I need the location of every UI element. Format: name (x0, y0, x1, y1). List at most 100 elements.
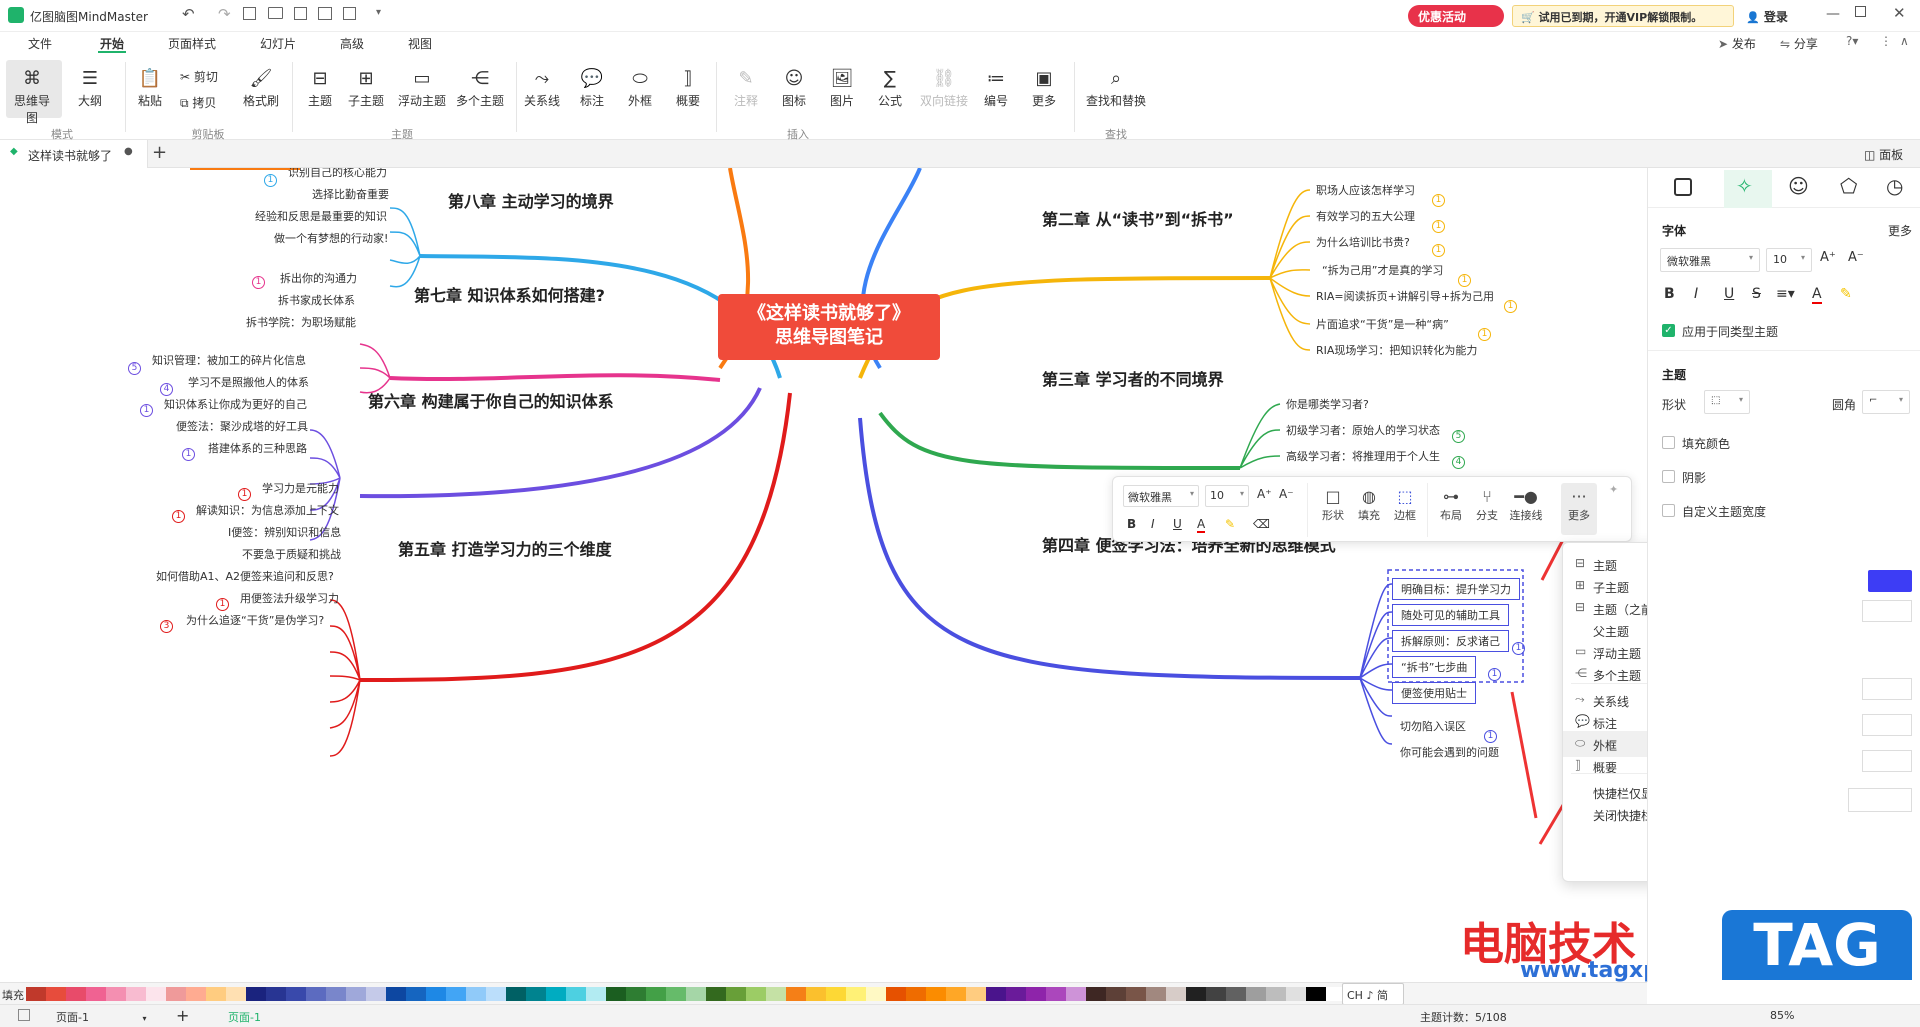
panel-size-select[interactable]: 10 ▾ (1766, 248, 1812, 272)
clear-format-icon[interactable]: ⌫ (1253, 517, 1270, 531)
add-page-icon[interactable]: + (176, 1006, 189, 1025)
curve-style-select[interactable] (1862, 750, 1912, 772)
panel-underline-icon[interactable]: U (1724, 286, 1734, 302)
share-button[interactable]: ⇋ 分享 (1780, 35, 1818, 52)
leaf[interactable]: I便签：辨别知识和信息 (228, 524, 341, 540)
leaf[interactable]: 拆解原则：反求诸己 (1392, 630, 1509, 652)
color-swatch[interactable] (1146, 987, 1166, 1001)
underline-icon[interactable]: U (1173, 517, 1182, 531)
menu-slideshow[interactable]: 幻灯片 (260, 35, 296, 52)
panel-highlight-icon[interactable]: ✎ (1840, 286, 1852, 302)
leaf[interactable]: 明确目标：提升学习力 (1392, 578, 1520, 600)
leaf[interactable]: 你可能会遇到的问题 (1400, 744, 1499, 760)
color-swatch[interactable] (1086, 987, 1106, 1001)
custom-width-checkbox[interactable] (1662, 504, 1675, 517)
menu-home[interactable]: 开始 (100, 35, 124, 52)
panel-font-shrink-icon[interactable]: A⁻ (1848, 250, 1864, 265)
leaf[interactable]: 片面追求“干货”是一种“病” (1316, 316, 1449, 332)
color-swatch[interactable] (966, 987, 986, 1001)
color-swatch[interactable] (666, 987, 686, 1001)
leaf[interactable]: 选择比勤奋重要 (312, 186, 389, 202)
color-swatch[interactable] (506, 987, 526, 1001)
zoom-level[interactable]: 85% (1770, 1009, 1794, 1022)
floating-topic-button[interactable]: ▭ 浮动主题 (394, 62, 450, 134)
panel-align-icon[interactable]: ≡▾ (1776, 286, 1795, 302)
boundary-button[interactable]: ⬭ 外框 (618, 62, 662, 134)
undo-icon[interactable]: ↶ (182, 5, 195, 23)
collapse-ribbon-icon[interactable]: ∧ (1900, 34, 1909, 48)
relation-button[interactable]: ⤳ 关系线 (520, 62, 564, 134)
menu-file[interactable]: 文件 (28, 35, 52, 52)
color-swatch[interactable] (426, 987, 446, 1001)
publish-button[interactable]: ➤ 发布 (1718, 35, 1756, 52)
leaf[interactable]: 用便签法升级学习力 (240, 590, 339, 606)
color-swatch[interactable] (926, 987, 946, 1001)
color-swatch[interactable] (1006, 987, 1026, 1001)
chapter-2[interactable]: 第二章 从“读书”到“拆书” (1042, 206, 1234, 230)
leaf[interactable]: 便签使用贴士 (1392, 682, 1476, 704)
color-swatch[interactable] (1066, 987, 1086, 1001)
open-folder-icon[interactable] (268, 7, 283, 19)
clock-tab-icon[interactable]: ◷ (1886, 174, 1903, 198)
page-tab[interactable]: 页面-1 (228, 1009, 261, 1025)
login-button[interactable]: 👤 登录 (1738, 5, 1806, 27)
color-swatch[interactable] (106, 987, 126, 1001)
color-swatch[interactable] (986, 987, 1006, 1001)
badge-tab-icon[interactable]: ⬠ (1840, 174, 1857, 198)
trial-notice-button[interactable]: 🛒 试用已到期，开通VIP解锁限制。 (1512, 5, 1734, 27)
font-select[interactable]: 微软雅黑 ▾ (1123, 485, 1199, 507)
minimize-icon[interactable]: — (1826, 6, 1840, 22)
leaf[interactable]: 初级学习者：原始人的学习状态 (1286, 422, 1440, 438)
color-swatch[interactable] (446, 987, 466, 1001)
color-swatch[interactable] (726, 987, 746, 1001)
color-swatch[interactable] (546, 987, 566, 1001)
leaf[interactable]: 学习力是元能力 (262, 480, 339, 496)
icon-button[interactable]: ☺ 图标 (772, 62, 816, 134)
page-view-icon[interactable] (18, 1009, 30, 1021)
menu-view[interactable]: 视图 (408, 35, 432, 52)
color-swatch[interactable] (1286, 987, 1306, 1001)
color-swatch[interactable] (606, 987, 626, 1001)
leaf[interactable]: 知识体系让你成为更好的自己 (164, 396, 307, 412)
shape-select[interactable]: ⬚ ▾ (1704, 390, 1750, 414)
panel-italic-icon[interactable]: I (1694, 286, 1698, 302)
leaf[interactable]: 经验和反思是最重要的知识 (255, 208, 387, 224)
color-swatches[interactable] (26, 987, 1346, 1001)
color-swatch[interactable] (906, 987, 926, 1001)
color-swatch[interactable] (366, 987, 386, 1001)
help-icon[interactable]: ?▾ (1846, 34, 1858, 48)
panel-bold-icon[interactable]: B (1664, 286, 1675, 302)
leaf[interactable]: 拆出你的沟通力 (280, 270, 357, 286)
leaf[interactable]: “拆书”七步曲 (1392, 656, 1477, 678)
style-tab-icon[interactable] (1674, 178, 1692, 196)
close-icon[interactable]: ✕ (1893, 4, 1906, 22)
leaf[interactable]: 拆书家成长体系 (278, 292, 355, 308)
color-swatch[interactable] (886, 987, 906, 1001)
panel-font-grow-icon[interactable]: A⁺ (1820, 250, 1836, 265)
document-tab[interactable]: ◆ 这样读书就够了 ● (0, 140, 148, 168)
leaf[interactable]: 如何借助A1、A2便签来追问和反思? (156, 568, 334, 584)
face-tab-icon[interactable]: ☺ (1788, 174, 1809, 198)
bold-icon[interactable]: B (1127, 517, 1136, 531)
apply-same-checkbox[interactable]: ✓ (1662, 324, 1675, 337)
leaf[interactable]: 切勿陷入误区 (1400, 718, 1466, 734)
copy-button[interactable]: ⧉ 拷贝 (180, 94, 216, 111)
color-swatch[interactable] (1186, 987, 1206, 1001)
mindmap-canvas[interactable]: 《这样读书就够了》 思维导图笔记 第八章 主动学习的境界 第七章 知识体系如何搭… (0, 168, 1647, 982)
shadow-checkbox[interactable] (1662, 470, 1675, 483)
print-icon[interactable] (318, 7, 332, 20)
leaf[interactable]: RIA=阅读拆页+讲解引导+拆为己用 (1316, 288, 1494, 304)
promo-button[interactable]: 优惠活动 (1408, 5, 1504, 27)
leaf[interactable]: 有效学习的五大公理 (1316, 208, 1415, 224)
formula-button[interactable]: ∑ 公式 (868, 62, 912, 134)
color-swatch[interactable] (526, 987, 546, 1001)
redo-icon[interactable]: ↷ (218, 5, 231, 23)
leaf[interactable]: “拆为己用”才是真的学习 (1322, 262, 1443, 278)
color-swatch[interactable] (1226, 987, 1246, 1001)
quick-access-dropdown-icon[interactable]: ▾ (376, 7, 381, 18)
color-swatch[interactable] (406, 987, 426, 1001)
highlight-icon[interactable]: ✎ (1225, 517, 1235, 531)
color-swatch[interactable] (186, 987, 206, 1001)
border-style-select[interactable] (1862, 600, 1912, 622)
color-swatch[interactable] (586, 987, 606, 1001)
